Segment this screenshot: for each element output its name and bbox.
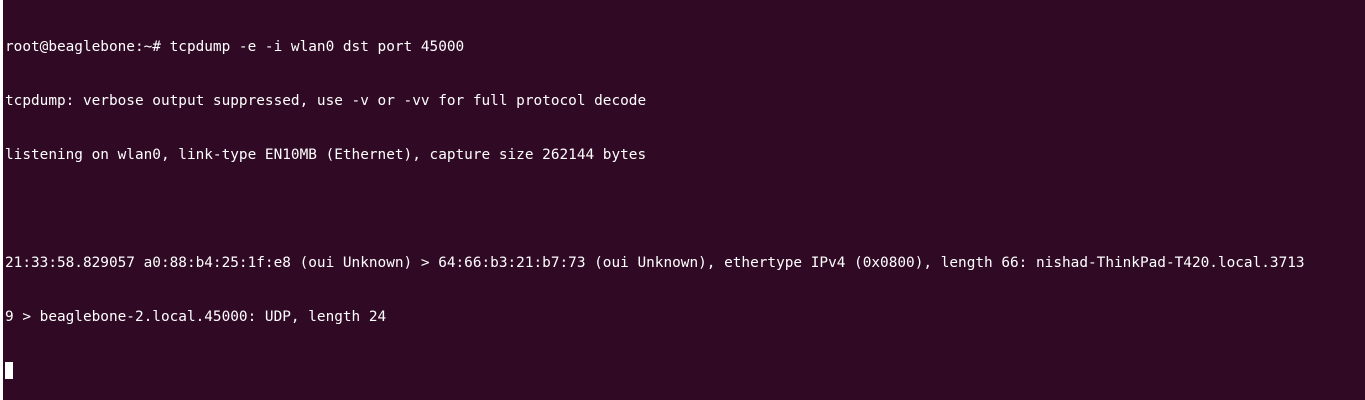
terminal-packet-line: 21:33:58.829057 a0:88:b4:25:1f:e8 (oui U… — [5, 255, 1305, 271]
terminal-window[interactable]: root@beaglebone:~# tcpdump -e -i wlan0 d… — [0, 0, 1365, 400]
text-cursor — [5, 362, 13, 379]
terminal-output-line: listening on wlan0, link-type EN10MB (Et… — [5, 147, 647, 163]
terminal-prompt-line: root@beaglebone:~# tcpdump -e -i wlan0 d… — [5, 39, 465, 55]
terminal-output-line: tcpdump: verbose output suppressed, use … — [5, 93, 647, 109]
terminal-input-line[interactable] — [5, 362, 1365, 380]
terminal-packet-line-wrap: 9 > beaglebone-2.local.45000: UDP, lengt… — [5, 309, 387, 325]
